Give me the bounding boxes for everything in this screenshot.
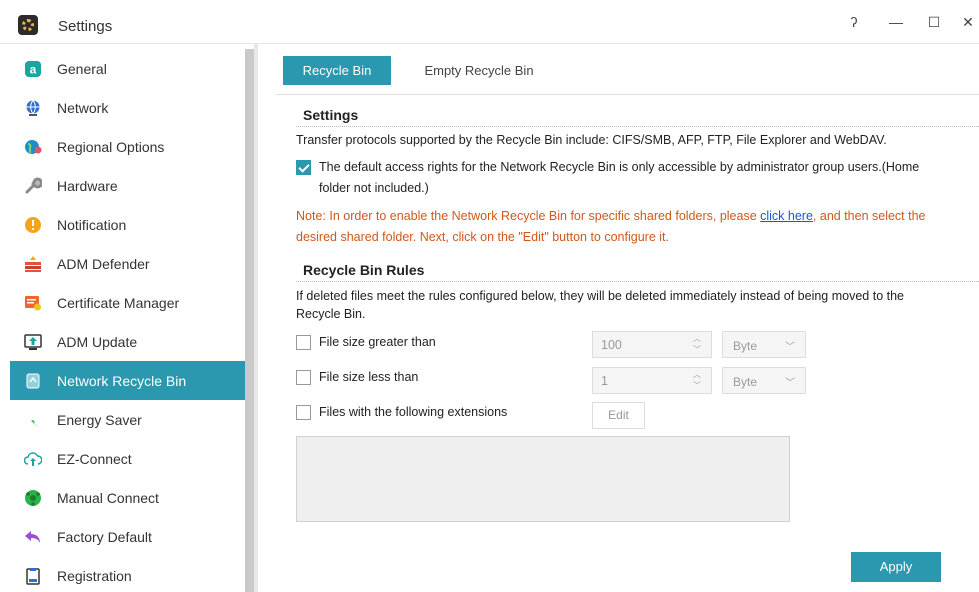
section-divider	[296, 281, 979, 282]
recycle-bin-icon	[24, 372, 42, 390]
general-icon: a	[24, 60, 42, 78]
sidebar-item-label: EZ-Connect	[57, 450, 132, 467]
spin-arrows-icon[interactable]: ︿ ﹀	[693, 369, 701, 391]
sidebar-divider	[254, 44, 258, 592]
settings-section-title: Settings	[303, 107, 359, 123]
tab-empty-recycle-bin[interactable]: Empty Recycle Bin	[408, 56, 550, 85]
section-divider	[296, 126, 979, 127]
sidebar-item-label: Regional Options	[57, 138, 165, 155]
extensions-label: Files with the following extensions	[319, 405, 508, 419]
access-rights-label-line2: folder not included.)	[319, 181, 429, 195]
rules-section-title: Recycle Bin Rules	[303, 262, 425, 278]
map-pin-globe-icon	[24, 138, 42, 156]
sidebar-item-label: ADM Update	[57, 333, 138, 350]
sidebar-item-adm-update[interactable]: ADM Update	[10, 322, 245, 361]
rules-description-line2: Recycle Bin.	[296, 307, 366, 321]
size-greater-input[interactable]: 100 ︿ ﹀	[592, 331, 712, 358]
rules-description-line1: If deleted files meet the rules configur…	[296, 289, 904, 303]
help-button[interactable]: ʔ	[838, 10, 870, 34]
sidebar-item-adm-defender[interactable]: ADM Defender	[10, 244, 245, 283]
sidebar-item-factory-default[interactable]: Factory Default	[10, 517, 245, 556]
network-globe-icon	[24, 489, 42, 507]
size-less-unit-select[interactable]: Byte ﹀	[722, 367, 806, 394]
lightning-icon	[24, 411, 42, 429]
sidebar-item-label: Energy Saver	[57, 411, 142, 428]
sidebar-item-network-recycle-bin[interactable]: Network Recycle Bin	[10, 361, 245, 400]
sidebar-item-certificate-manager[interactable]: Certificate Manager	[10, 283, 245, 322]
tab-recycle-bin[interactable]: Recycle Bin	[283, 56, 391, 85]
certificate-icon	[24, 294, 42, 312]
settings-app-icon	[18, 15, 38, 35]
minimize-button[interactable]: —	[880, 10, 912, 34]
sidebar-item-label: General	[57, 60, 107, 77]
sidebar-item-label: Notification	[57, 216, 127, 233]
size-greater-unit-select[interactable]: Byte ﹀	[722, 331, 806, 358]
sidebar-item-energy-saver[interactable]: Energy Saver	[10, 400, 245, 439]
spin-arrows-icon[interactable]: ︿ ﹀	[693, 333, 701, 355]
firewall-icon	[24, 255, 42, 273]
sidebar-item-registration[interactable]: Registration	[10, 556, 245, 592]
extensions-list[interactable]	[296, 436, 790, 522]
size-greater-label: File size greater than	[319, 335, 436, 349]
sidebar-item-label: Certificate Manager	[57, 294, 180, 311]
size-greater-checkbox[interactable]	[296, 335, 311, 350]
sidebar-item-manual-connect[interactable]: Manual Connect	[10, 478, 245, 517]
sidebar-scrollbar[interactable]	[245, 49, 254, 592]
title-bar: Settings ʔ — ☐ ✕	[0, 0, 979, 44]
size-less-input[interactable]: 1 ︿ ﹀	[592, 367, 712, 394]
sidebar-item-label: Factory Default	[57, 528, 152, 545]
chevron-down-icon: ﹀	[785, 342, 795, 353]
extensions-checkbox[interactable]	[296, 405, 311, 420]
window-title: Settings	[58, 18, 113, 35]
access-rights-checkbox[interactable]	[296, 160, 311, 175]
update-icon	[24, 333, 42, 351]
sidebar-item-label: Manual Connect	[57, 489, 159, 506]
size-less-checkbox[interactable]	[296, 370, 311, 385]
protocols-text: Transfer protocols supported by the Recy…	[296, 133, 887, 147]
note-text-line2: desired shared folder. Next, click on th…	[296, 230, 669, 244]
wrench-icon	[24, 177, 42, 195]
chevron-down-icon: ﹀	[785, 378, 795, 389]
sidebar-item-label: Network	[57, 99, 109, 116]
edit-extensions-button[interactable]: Edit	[592, 402, 645, 429]
note-text: Note: In order to enable the Network Rec…	[296, 209, 926, 223]
sidebar-item-ez-connect[interactable]: EZ-Connect	[10, 439, 245, 478]
sidebar-item-general[interactable]: a General	[10, 49, 245, 88]
svg-text:a: a	[30, 62, 37, 76]
size-less-label: File size less than	[319, 370, 419, 384]
sidebar-item-label: Registration	[57, 567, 132, 584]
apply-button[interactable]: Apply	[851, 552, 941, 582]
close-button[interactable]: ✕	[952, 10, 979, 34]
click-here-link[interactable]: click here	[760, 209, 813, 223]
cloud-upload-icon	[24, 450, 42, 468]
tab-divider	[276, 94, 979, 95]
sidebar-item-label: ADM Defender	[57, 255, 150, 272]
sidebar-item-label: Hardware	[57, 177, 118, 194]
sidebar-item-regional-options[interactable]: Regional Options	[10, 127, 245, 166]
sidebar: a General Network Regional Options Hardw…	[10, 49, 245, 592]
undo-arrow-icon	[24, 528, 42, 546]
sidebar-item-network[interactable]: Network	[10, 88, 245, 127]
maximize-button[interactable]: ☐	[918, 10, 950, 34]
alert-icon	[24, 216, 42, 234]
sidebar-item-hardware[interactable]: Hardware	[10, 166, 245, 205]
access-rights-label-line1: The default access rights for the Networ…	[319, 160, 920, 174]
globe-icon	[24, 99, 42, 117]
sidebar-item-label: Network Recycle Bin	[57, 372, 187, 389]
clipboard-icon	[24, 567, 42, 585]
sidebar-item-notification[interactable]: Notification	[10, 205, 245, 244]
